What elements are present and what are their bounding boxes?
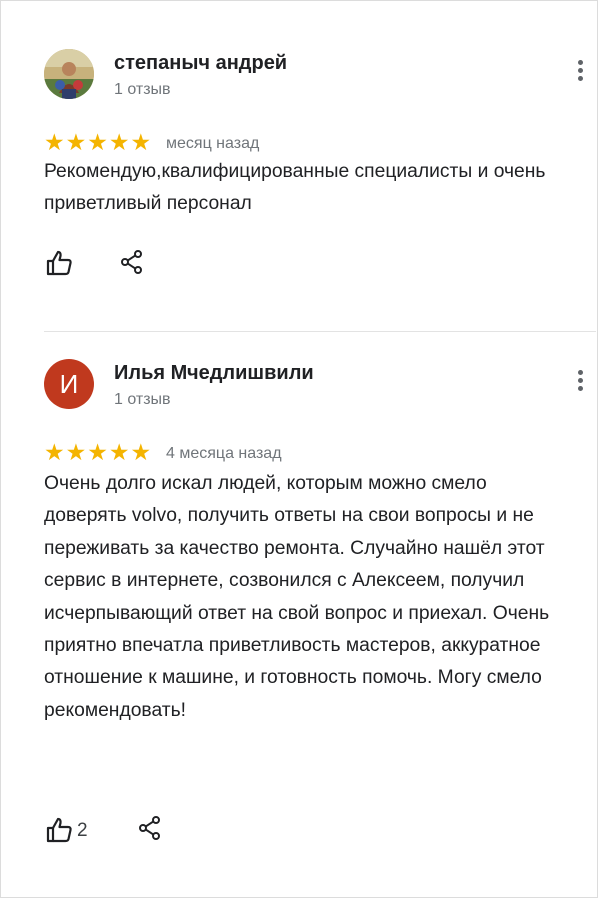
review-divider xyxy=(44,331,596,332)
thumbs-up-icon xyxy=(46,817,72,843)
avatar-photo-image xyxy=(44,49,94,99)
like-count: 2 xyxy=(77,820,88,841)
more-vert-icon-dot xyxy=(578,68,583,73)
thumbs-up-icon xyxy=(46,250,72,276)
more-options-button[interactable] xyxy=(570,366,590,396)
avatar[interactable] xyxy=(44,49,94,99)
share-button[interactable] xyxy=(136,814,164,842)
author-review-count: 1 отзыв xyxy=(114,81,171,98)
more-vert-icon-dot xyxy=(578,76,583,81)
author-name[interactable]: степаныч андрей xyxy=(114,52,287,75)
more-vert-icon xyxy=(578,60,583,65)
share-icon xyxy=(121,250,142,274)
share-button[interactable] xyxy=(118,248,146,276)
review-text: Очень долго искал людей, которым можно с… xyxy=(44,473,550,721)
like-button[interactable] xyxy=(44,248,74,278)
share-icon xyxy=(139,816,160,840)
more-vert-icon xyxy=(578,370,583,375)
review-text: Рекомендую,квалифицированные специалисты… xyxy=(44,161,546,215)
author-review-count: 1 отзыв xyxy=(114,391,171,408)
avatar[interactable]: И xyxy=(44,359,94,409)
review-date: 4 месяца назад xyxy=(166,445,282,462)
author-name[interactable]: Илья Мчедлишвили xyxy=(114,362,314,385)
more-vert-icon-dot xyxy=(578,378,583,383)
like-button[interactable] xyxy=(44,815,74,845)
star-rating: ★★★★★ xyxy=(44,129,153,155)
more-options-button[interactable] xyxy=(570,56,590,86)
star-rating: ★★★★★ xyxy=(44,439,153,465)
more-vert-icon-dot xyxy=(578,386,583,391)
review-date: месяц назад xyxy=(166,135,260,152)
